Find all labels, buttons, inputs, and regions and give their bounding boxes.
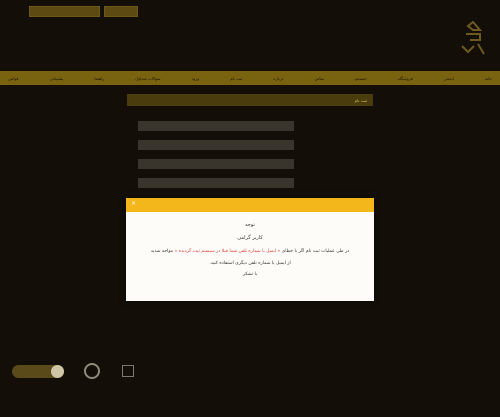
notice-dialog: × توجه کاربر گرامی در طی عملیات ثبت نام …: [126, 198, 374, 301]
top-search-input[interactable]: [29, 6, 100, 17]
settings-icon[interactable]: [84, 363, 100, 379]
register-panel-title: ثبت نام: [127, 94, 373, 106]
nav-item[interactable]: فروشگاه: [398, 76, 413, 81]
nav-item[interactable]: ورود: [192, 76, 200, 81]
nav-item[interactable]: پشتیبانی: [49, 76, 63, 81]
name-field[interactable]: [138, 121, 294, 131]
top-bar: [0, 6, 500, 18]
dialog-greeting: کاربر گرامی: [237, 235, 263, 241]
dialog-message-prefix: در طی عملیات ثبت نام اگر با خطای: [281, 249, 350, 254]
dialog-message-error: « ایمیل یا شماره تلفن شما قبلا در سیستم …: [174, 249, 281, 254]
nav-item[interactable]: سوالات متداول: [135, 76, 160, 81]
dialog-thanks: با تشکر: [242, 272, 258, 277]
theme-toggle[interactable]: [12, 365, 64, 378]
email-field[interactable]: [138, 140, 294, 150]
nav-item[interactable]: درباره: [273, 76, 283, 81]
top-search-button[interactable]: [104, 6, 138, 17]
nav-item[interactable]: خانه: [485, 76, 492, 81]
toggle-knob: [51, 365, 64, 378]
nav-item[interactable]: انجمن: [444, 76, 454, 81]
dialog-header: ×: [126, 198, 374, 212]
nav-item[interactable]: راهنما: [94, 76, 104, 81]
footer-controls: [12, 362, 152, 382]
dialog-hint: از ایمیل یا شماره تلفن دیگری استفاده کنی…: [209, 261, 291, 266]
close-icon[interactable]: ×: [131, 200, 136, 207]
main-navbar: خانه انجمن فروشگاه جستجو تماس درباره ثبت…: [0, 71, 500, 85]
dialog-message-suffix: مواجه شدید: [150, 249, 174, 254]
nav-item[interactable]: جستجو: [355, 76, 367, 81]
dialog-title: توجه: [245, 222, 255, 228]
site-logo-icon[interactable]: [456, 20, 490, 58]
nav-item[interactable]: تماس: [314, 76, 324, 81]
nav-item[interactable]: قوانین: [8, 76, 18, 81]
dialog-message: در طی عملیات ثبت نام اگر با خطای « ایمیل…: [134, 248, 366, 255]
image-icon[interactable]: [122, 365, 134, 377]
password-field[interactable]: [138, 178, 294, 188]
phone-field[interactable]: [138, 159, 294, 169]
nav-item[interactable]: ثبت نام: [230, 76, 242, 81]
